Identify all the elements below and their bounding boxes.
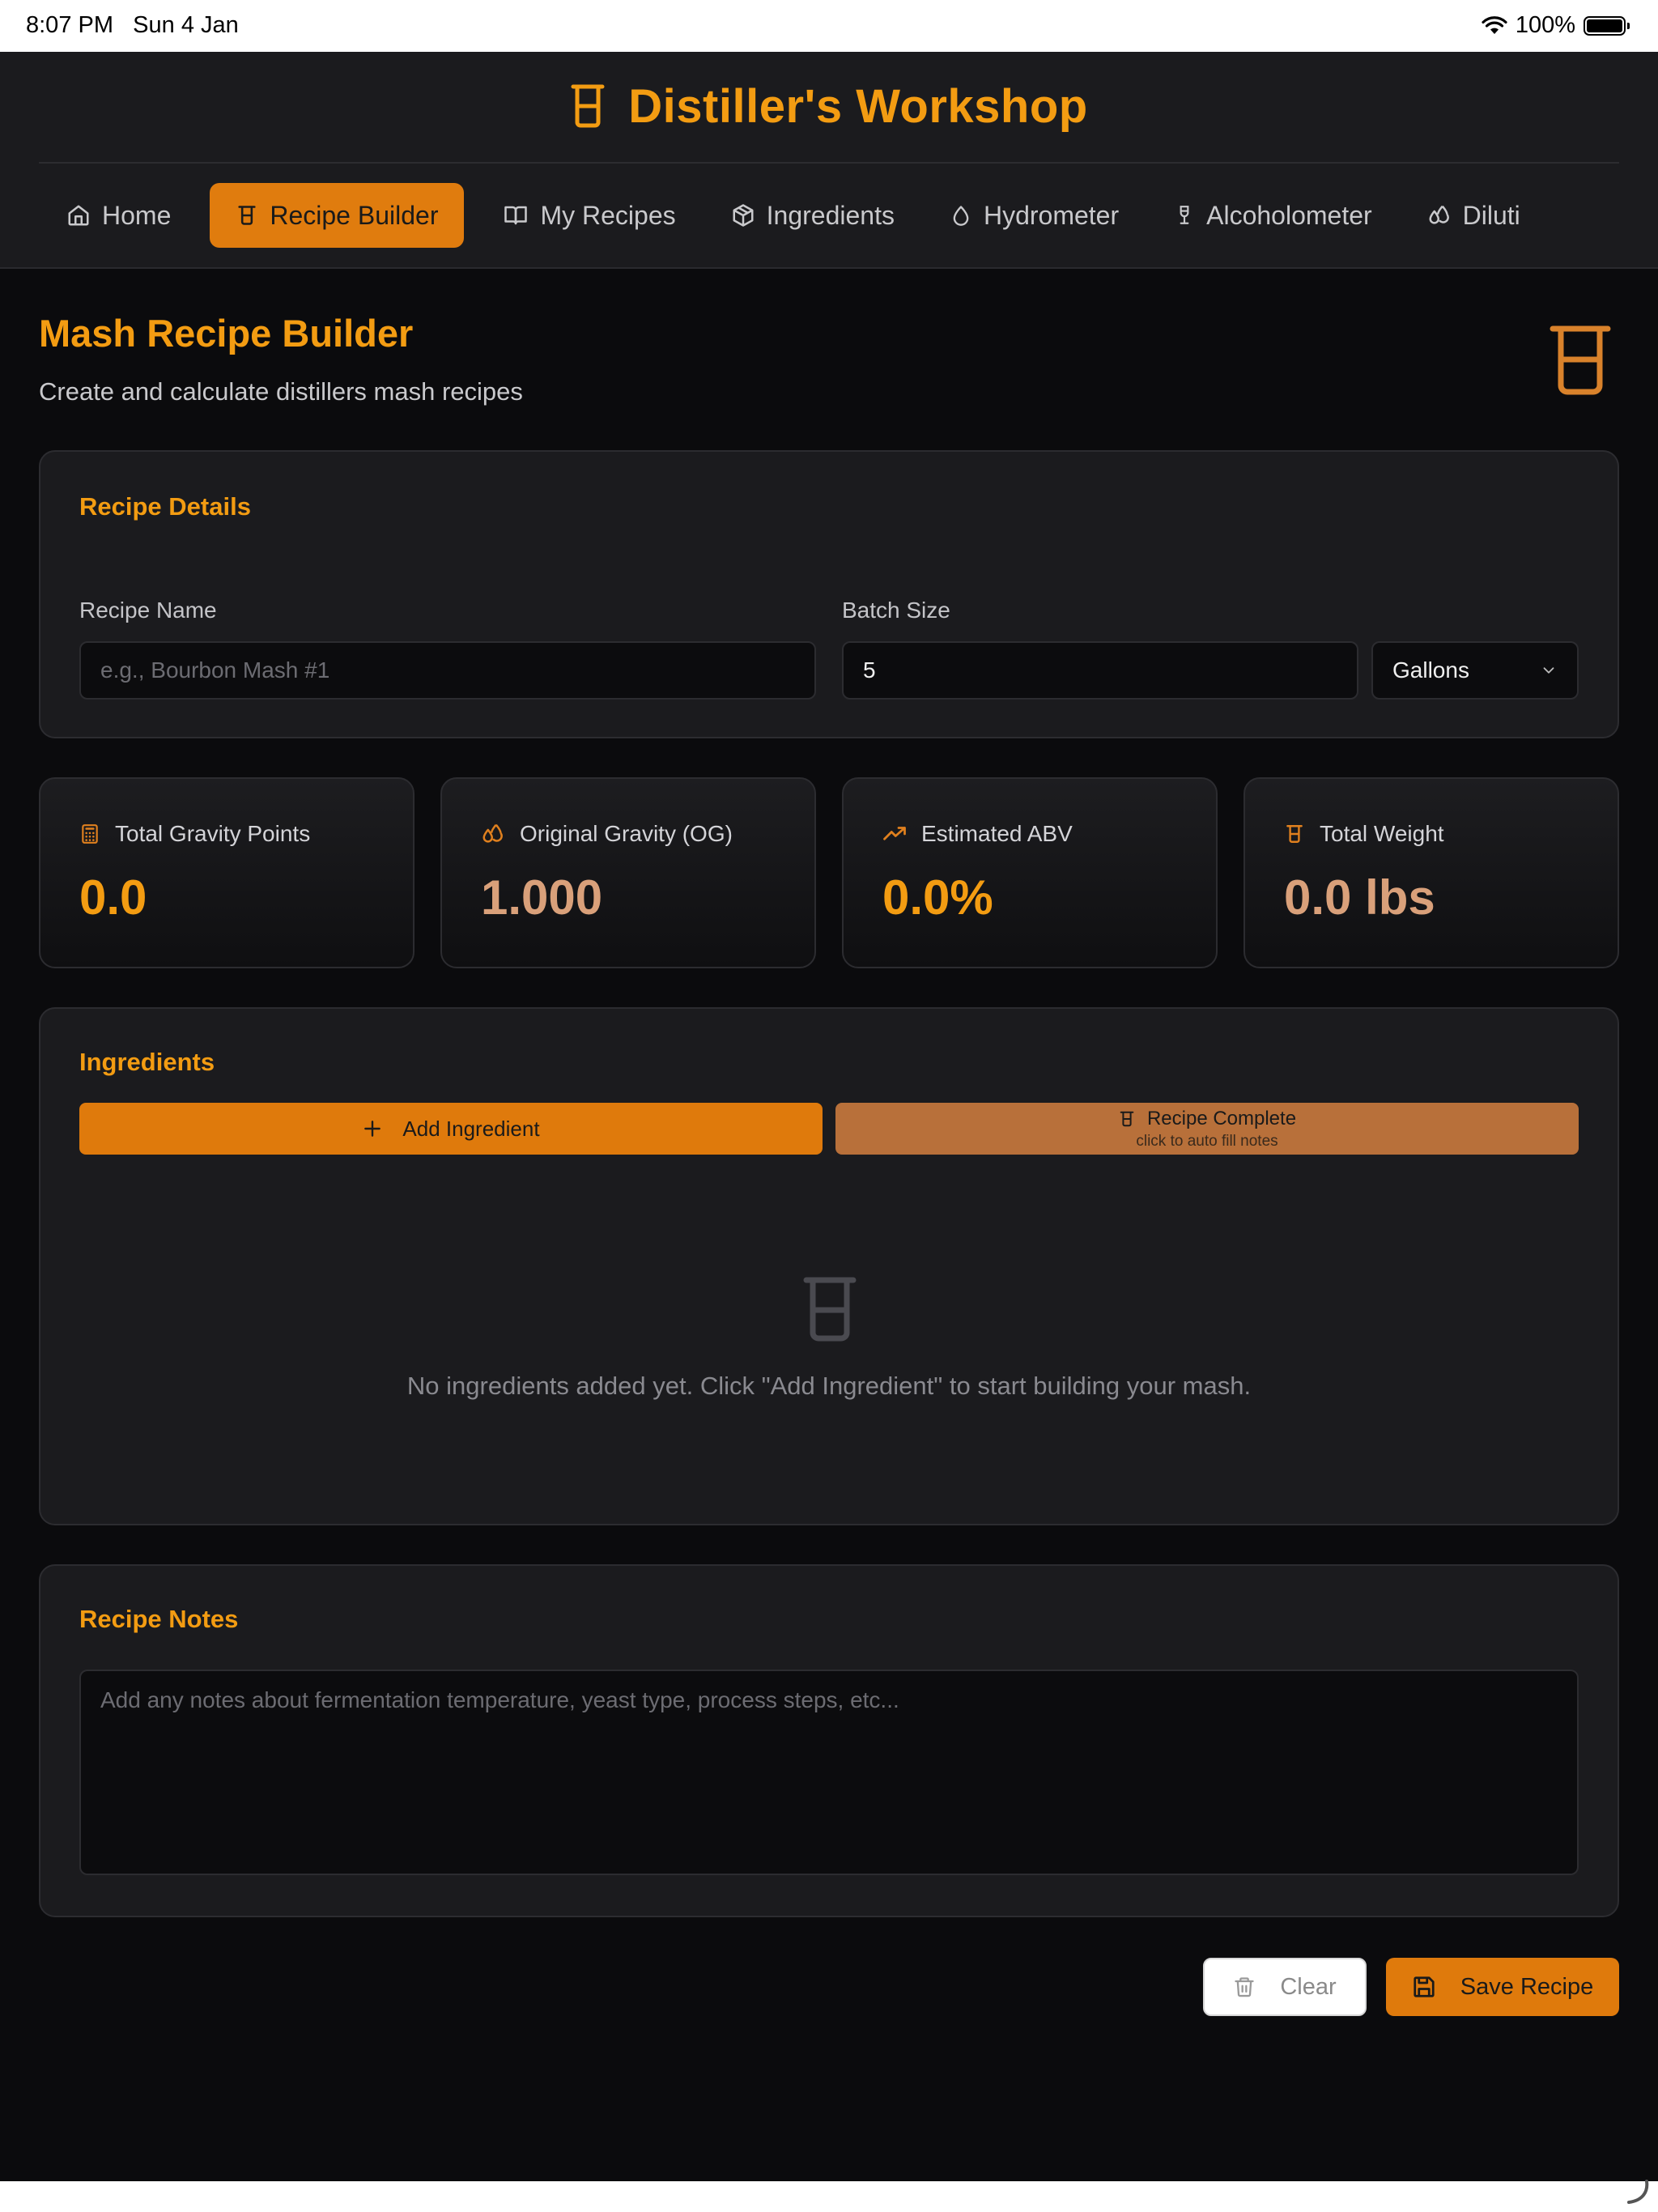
save-icon (1412, 1975, 1436, 1999)
unit-select[interactable]: Gallons (1371, 641, 1579, 700)
stat-label-text: Original Gravity (OG) (520, 821, 733, 846)
recipe-notes-card: Recipe Notes Add any notes about ferment… (39, 1564, 1619, 1917)
ingredients-title: Ingredients (79, 1048, 215, 1076)
status-date-text: Sun 4 Jan (133, 12, 239, 38)
save-recipe-label: Save Recipe (1460, 1973, 1594, 2000)
stat-label-text: Total Weight (1320, 821, 1444, 846)
recipe-complete-label: Recipe Complete (1146, 1108, 1297, 1129)
nav-alcoholometer[interactable]: Alcoholometer (1146, 183, 1400, 248)
main-nav: Home Recipe Builder My Recipes Ingredien… (39, 183, 1548, 248)
nav-hydrometer[interactable]: Hydrometer (922, 183, 1146, 248)
beaker-logo-icon (570, 83, 606, 129)
calculator-icon (79, 822, 100, 846)
status-time-text: 8:07 PM (26, 12, 113, 38)
recipe-notes-title: Recipe Notes (79, 1605, 239, 1633)
recipe-complete-button[interactable]: Recipe Complete click to auto fill notes (835, 1103, 1579, 1155)
beaker-icon (1118, 1108, 1136, 1129)
app-title: Distiller's Workshop (628, 79, 1088, 133)
chevron-down-icon (1540, 661, 1558, 679)
recipe-name-input[interactable]: e.g., Bourbon Mash #1 (79, 641, 816, 700)
recipe-name-label: Recipe Name (79, 598, 217, 623)
droplets-icon (1427, 203, 1452, 228)
stat-total-weight: Total Weight 0.0 lbs (1244, 777, 1619, 968)
beaker-icon (1284, 822, 1305, 846)
stat-total-gravity-points: Total Gravity Points 0.0 (39, 777, 414, 968)
nav-hydrometer-label: Hydrometer (983, 200, 1120, 230)
recipe-details-title: Recipe Details (79, 492, 251, 521)
add-ingredient-button[interactable]: Add Ingredient (79, 1103, 823, 1155)
stat-value: 0.0% (882, 870, 993, 925)
batch-size-input[interactable]: 5 (842, 641, 1358, 700)
recipe-complete-main: Recipe Complete (835, 1108, 1579, 1130)
clear-label: Clear (1280, 1973, 1337, 2000)
nav-alcoholometer-label: Alcoholometer (1206, 200, 1372, 230)
nav-recipe-builder[interactable]: Recipe Builder (210, 183, 465, 248)
recipe-details-card: Recipe Details Recipe Name e.g., Bourbon… (39, 450, 1619, 738)
book-open-icon (503, 203, 529, 228)
beaker-empty-icon (801, 1276, 858, 1344)
page-subtitle: Create and calculate distillers mash rec… (39, 377, 523, 406)
recipe-notes-textarea[interactable]: Add any notes about fermentation tempera… (79, 1670, 1579, 1875)
stat-label-text: Total Gravity Points (115, 821, 311, 846)
ingredients-empty-message: No ingredients added yet. Click "Add Ing… (406, 1372, 1252, 1400)
app-header: Distiller's Workshop Home Recipe Builder… (0, 52, 1658, 269)
beaker-icon (236, 203, 258, 228)
bottom-safe-area (0, 2181, 1658, 2212)
wine-icon (1174, 203, 1195, 228)
batch-size-label: Batch Size (842, 598, 950, 623)
recipe-complete-sublabel: click to auto fill notes (1136, 1133, 1278, 1150)
stat-label-row: Original Gravity (OG) (481, 821, 733, 847)
stat-label-row: Total Gravity Points (79, 821, 310, 847)
nav-home[interactable]: Home (39, 183, 198, 248)
battery-icon (1584, 15, 1630, 36)
save-recipe-button[interactable]: Save Recipe (1386, 1958, 1619, 2016)
droplets-icon (481, 822, 505, 846)
status-right: 100% (1482, 12, 1630, 39)
clear-button[interactable]: Clear (1203, 1958, 1367, 2016)
battery-percent: 100% (1515, 12, 1575, 38)
nav-recipe-builder-label: Recipe Builder (270, 200, 439, 230)
stat-value: 1.000 (481, 870, 603, 925)
home-icon (66, 203, 91, 228)
resize-handle-icon[interactable] (1624, 2178, 1652, 2206)
stat-label-row: Total Weight (1284, 821, 1444, 847)
stat-estimated-abv: Estimated ABV 0.0% (842, 777, 1218, 968)
package-icon (731, 203, 755, 228)
trending-up-icon (882, 822, 907, 846)
nav-ingredients-label: Ingredients (766, 200, 895, 230)
trash-icon (1233, 1975, 1256, 1999)
nav-ingredients[interactable]: Ingredients (704, 183, 922, 248)
droplet-icon (950, 203, 972, 228)
header-divider (39, 162, 1619, 164)
beaker-decoration-icon (1546, 324, 1614, 397)
brand: Distiller's Workshop (0, 78, 1658, 134)
status-time: 8:07 PM Sun 4 Jan (26, 12, 239, 39)
nav-home-label: Home (102, 200, 172, 230)
stat-label-text: Estimated ABV (921, 821, 1073, 846)
wifi-icon (1482, 15, 1507, 36)
unit-select-value: Gallons (1392, 657, 1469, 683)
nav-dilution[interactable]: Diluti (1400, 183, 1548, 248)
nav-dilution-label: Diluti (1462, 200, 1520, 230)
nav-my-recipes[interactable]: My Recipes (475, 183, 703, 248)
status-bar: 8:07 PM Sun 4 Jan 100% (0, 0, 1658, 52)
plus-icon (362, 1118, 383, 1139)
nav-my-recipes-label: My Recipes (540, 200, 676, 230)
add-ingredient-label: Add Ingredient (402, 1116, 540, 1141)
ingredients-card: Ingredients Add Ingredient Recipe Comple… (39, 1007, 1619, 1525)
stat-label-row: Estimated ABV (882, 821, 1073, 847)
stat-value: 0.0 (79, 870, 147, 925)
page-title: Mash Recipe Builder (39, 312, 414, 355)
stat-value: 0.0 lbs (1284, 870, 1435, 925)
stat-original-gravity: Original Gravity (OG) 1.000 (440, 777, 816, 968)
